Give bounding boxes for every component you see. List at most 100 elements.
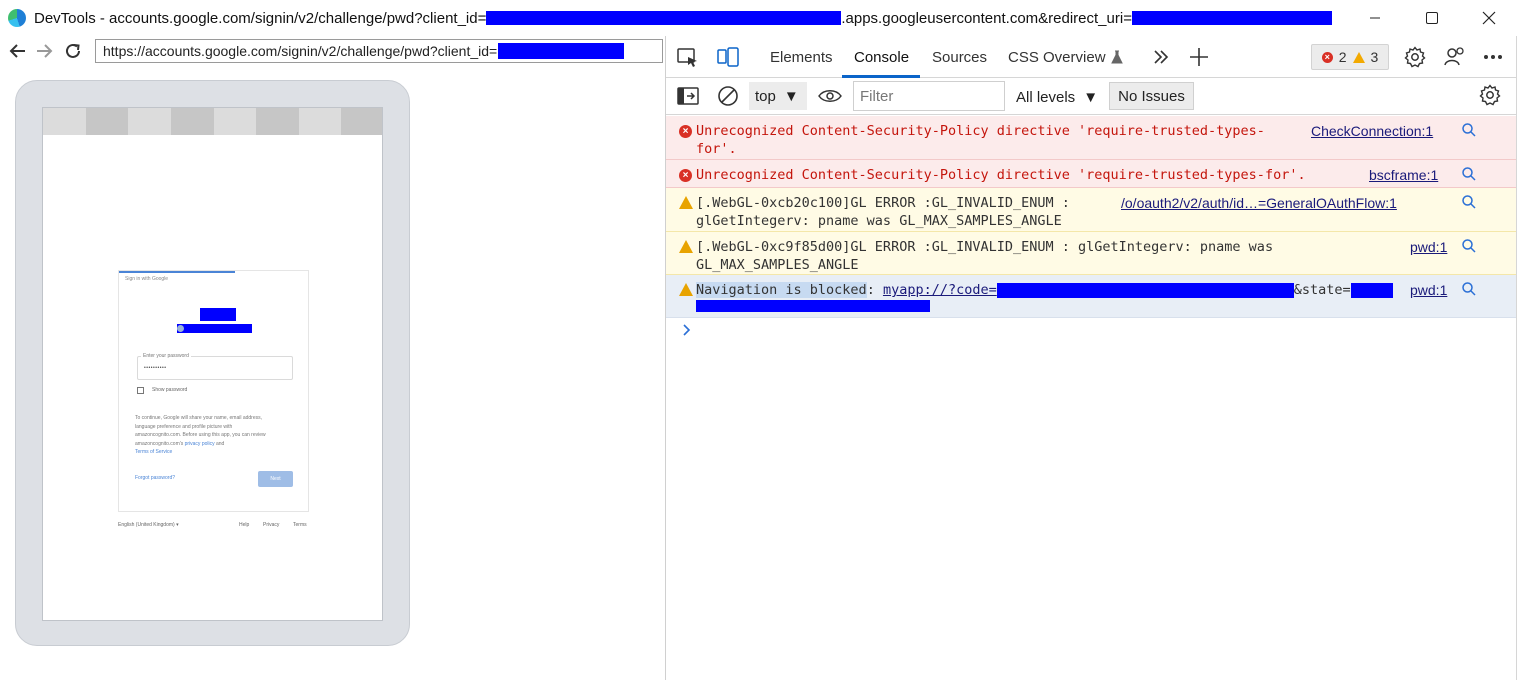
context-selector[interactable]: top ▼ (749, 82, 807, 110)
devtools-tabbar: Elements Console Sources CSS Overview × … (666, 36, 1516, 78)
message-fragment: &state= (1293, 282, 1351, 298)
consent-text: To continue, Google will share your name… (135, 414, 295, 457)
new-tab-plus-icon[interactable] (1188, 46, 1210, 68)
error-icon: × (679, 169, 692, 182)
redaction-block (1350, 282, 1393, 298)
source-link[interactable]: bscframe:1 (1369, 166, 1438, 184)
message-text: Navigation is blocked: myapp://?code= &st… (696, 281, 1393, 299)
minimize-icon[interactable] (1346, 0, 1403, 36)
more-options-icon[interactable] (1481, 45, 1505, 69)
browser-pane: https://accounts.google.com/signin/v2/ch… (0, 36, 666, 680)
tab-console[interactable]: Console (854, 44, 909, 70)
message-text: Unrecognized Content-Security-Policy dir… (696, 167, 1306, 183)
show-sidebar-icon[interactable] (676, 84, 700, 108)
redaction-block (996, 282, 1294, 298)
search-icon[interactable] (1462, 167, 1476, 181)
source-link[interactable]: /o/oauth2/v2/auth/id…=GeneralOAuthFlow:1 (1121, 194, 1397, 212)
log-levels-dropdown[interactable]: All levels ▼ (1016, 83, 1098, 111)
warning-icon (1352, 51, 1365, 63)
window-controls (1346, 0, 1517, 36)
loading-placeholder (43, 108, 382, 135)
maximize-icon[interactable] (1403, 0, 1460, 36)
live-expression-eye-icon[interactable] (817, 84, 843, 108)
search-icon[interactable] (1462, 123, 1476, 137)
dropdown-arrow-icon: ▼ (1083, 88, 1099, 106)
message-text: [.WebGL-0xc9f85d00]GL ERROR :GL_INVALID_… (696, 239, 1274, 273)
redaction-block (1131, 11, 1332, 25)
tab-css-overview[interactable]: CSS Overview (1008, 44, 1123, 70)
tab-css-overview-label: CSS Overview (1008, 48, 1106, 66)
google-signin-card: Sign in with Google Enter your password … (118, 270, 309, 512)
privacy-policy-link[interactable]: privacy policy (185, 441, 215, 447)
back-arrow-icon[interactable] (3, 37, 31, 65)
console-message-warning[interactable]: [.WebGL-0xc9f85d00]GL ERROR :GL_INVALID_… (666, 232, 1516, 275)
url-text: https://accounts.google.com/signin/v2/ch… (103, 43, 498, 59)
message-text: Unrecognized Content-Security-Policy dir… (696, 123, 1265, 157)
edge-logo-icon (8, 9, 26, 27)
tab-sources[interactable]: Sources (932, 44, 987, 70)
clear-console-icon[interactable] (716, 84, 740, 108)
search-icon[interactable] (1462, 282, 1476, 296)
source-link[interactable]: pwd:1 (1410, 238, 1447, 256)
signin-header: Sign in with Google (125, 276, 169, 282)
console-message-warning[interactable]: [.WebGL-0xcb20c100]GL ERROR :GL_INVALID_… (666, 188, 1516, 232)
avatar (177, 325, 184, 332)
warning-icon (679, 240, 693, 253)
warning-count: 3 (1370, 49, 1379, 65)
consent-line: amazoncognito.com's privacy policy and (135, 440, 295, 449)
redaction-block (200, 308, 236, 321)
show-password-checkbox[interactable] (137, 387, 144, 394)
terms-link[interactable]: Terms (293, 522, 307, 528)
error-icon: × (1321, 51, 1333, 63)
redaction-block (498, 43, 625, 59)
search-icon[interactable] (1462, 239, 1476, 253)
customize-people-icon[interactable] (1443, 45, 1467, 69)
console-message-warning[interactable]: Navigation is blocked: myapp://?code= &st… (666, 275, 1516, 318)
console-settings-gear-icon[interactable] (1478, 83, 1502, 107)
message-text: [.WebGL-0xcb20c100]GL ERROR :GL_INVALID_… (696, 195, 1070, 229)
device-emulation-icon[interactable] (716, 46, 740, 70)
issues-counter[interactable]: × 2 3 (1311, 44, 1389, 70)
devtools-pane: Elements Console Sources CSS Overview × … (666, 36, 1517, 680)
consent-line: amazoncognito.com. Before using this app… (135, 432, 266, 438)
log-levels-label: All levels (1016, 88, 1076, 106)
more-tabs-chevron-icon[interactable] (1150, 46, 1172, 68)
console-prompt-chevron-icon[interactable] (682, 323, 692, 339)
filter-placeholder: Filter (860, 87, 894, 105)
close-icon[interactable] (1460, 0, 1517, 36)
consent-fragment: and (216, 440, 225, 447)
error-icon: × (679, 125, 692, 138)
navigation-bar: https://accounts.google.com/signin/v2/ch… (0, 36, 665, 66)
redaction-block (177, 324, 252, 333)
privacy-link[interactable]: Privacy (263, 522, 279, 528)
address-bar[interactable]: https://accounts.google.com/signin/v2/ch… (95, 39, 663, 63)
redirect-link[interactable]: myapp://?code= (883, 282, 997, 298)
warning-icon (679, 196, 693, 209)
show-password-label: Show password (152, 387, 188, 393)
emulated-device-screen[interactable]: Sign in with Google Enter your password … (42, 107, 383, 621)
terms-of-service-link[interactable]: Terms of Service (135, 448, 295, 457)
console-message-error[interactable]: × Unrecognized Content-Security-Policy d… (666, 116, 1516, 160)
console-toolbar: top ▼ Filter All levels ▼ No Issues (666, 78, 1516, 115)
forward-arrow-icon[interactable] (31, 37, 59, 65)
console-message-error[interactable]: × Unrecognized Content-Security-Policy d… (666, 160, 1516, 188)
emulated-device-frame: Sign in with Google Enter your password … (15, 80, 410, 646)
search-icon[interactable] (1462, 195, 1476, 209)
inspect-element-icon[interactable] (676, 46, 700, 70)
refresh-icon[interactable] (59, 37, 87, 65)
consent-fragment: amazoncognito.com's (135, 440, 184, 447)
window-title: DevTools - accounts.google.com/signin/v2… (34, 10, 1332, 27)
forgot-password-link[interactable]: Forgot password? (135, 475, 175, 481)
source-link[interactable]: pwd:1 (1410, 281, 1447, 299)
language-selector[interactable]: English (United Kingdom) ▾ (118, 522, 179, 528)
redaction-block (696, 300, 930, 312)
context-label: top (755, 87, 776, 105)
filter-input[interactable]: Filter (853, 81, 1005, 111)
help-link[interactable]: Help (239, 522, 249, 528)
issues-button[interactable]: No Issues (1109, 82, 1194, 110)
source-link[interactable]: CheckConnection:1 (1311, 122, 1433, 140)
dropdown-arrow-icon: ▼ (783, 87, 799, 105)
next-button[interactable]: Next (258, 471, 293, 487)
settings-gear-icon[interactable] (1403, 45, 1427, 69)
tab-elements[interactable]: Elements (770, 44, 833, 70)
